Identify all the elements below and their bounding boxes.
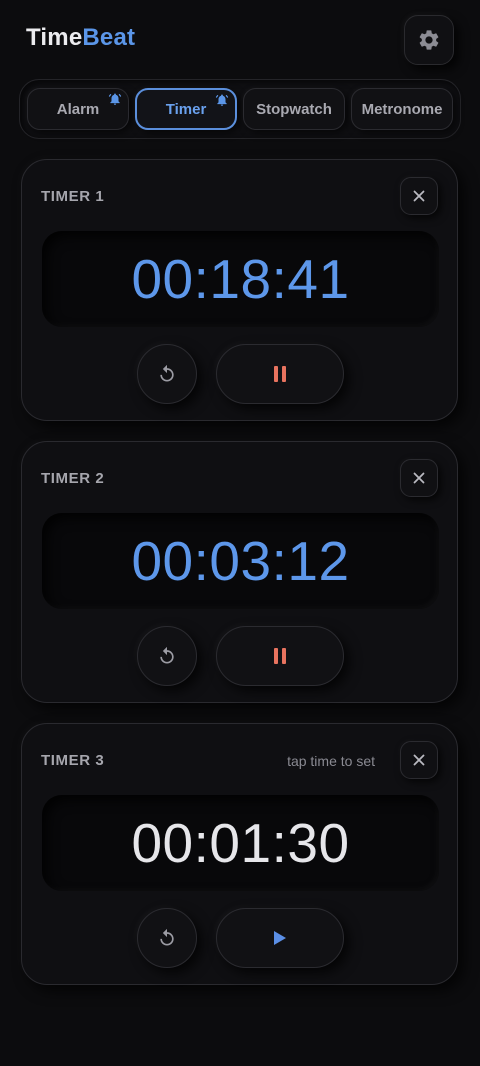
bell-icon (215, 93, 229, 107)
close-icon (413, 190, 425, 202)
remove-timer-button[interactable] (400, 177, 438, 215)
reset-icon (157, 646, 177, 666)
reset-icon (157, 928, 177, 948)
reset-button[interactable] (137, 626, 197, 686)
tab-label: Timer (165, 100, 207, 118)
remove-timer-button[interactable] (400, 741, 438, 779)
settings-button[interactable] (404, 15, 454, 65)
tab-alarm[interactable]: Alarm (27, 88, 129, 130)
tab-timer[interactable]: Timer (135, 88, 237, 130)
timer-time: 00:03:12 (131, 530, 350, 592)
timer-card-3: TIMER 3 tap time to set 00:01:30 (21, 723, 458, 985)
timebeat-app: TimeBeat Alarm Timer Stopwatch Metronome… (0, 0, 480, 1066)
brand-name-part2: Beat (82, 24, 136, 51)
header: TimeBeat (0, 0, 480, 80)
set-time-hint: tap time to set (287, 753, 375, 769)
pause-icon (273, 366, 287, 382)
timer-title: TIMER 2 (41, 470, 105, 487)
tab-label: Alarm (56, 100, 100, 118)
reset-button[interactable] (137, 908, 197, 968)
timer-card-1: TIMER 1 00:18:41 (21, 159, 458, 421)
timer-time: 00:01:30 (131, 812, 350, 874)
tab-label: Metronome (361, 100, 443, 118)
timer-time: 00:18:41 (131, 248, 350, 310)
timer-display[interactable]: 00:18:41 (42, 231, 439, 327)
timer-display[interactable]: 00:03:12 (42, 513, 439, 609)
start-button[interactable] (216, 908, 344, 968)
reset-button[interactable] (137, 344, 197, 404)
timer-title: TIMER 3 (41, 752, 105, 769)
bell-icon (108, 92, 122, 106)
reset-icon (157, 364, 177, 384)
tab-stopwatch[interactable]: Stopwatch (243, 88, 345, 130)
timer-title: TIMER 1 (41, 188, 105, 205)
close-icon (413, 754, 425, 766)
pause-button[interactable] (216, 626, 344, 686)
remove-timer-button[interactable] (400, 459, 438, 497)
close-icon (413, 472, 425, 484)
tab-label: Stopwatch (256, 100, 332, 118)
play-icon (273, 930, 287, 946)
mode-tabbar: Alarm Timer Stopwatch Metronome (19, 79, 461, 139)
gear-icon (417, 28, 441, 52)
tab-metronome[interactable]: Metronome (351, 88, 453, 130)
app-logo: TimeBeat (26, 24, 135, 52)
pause-button[interactable] (216, 344, 344, 404)
timer-card-2: TIMER 2 00:03:12 (21, 441, 458, 703)
brand-name-part1: Time (26, 24, 83, 51)
timer-display[interactable]: 00:01:30 (42, 795, 439, 891)
pause-icon (273, 648, 287, 664)
